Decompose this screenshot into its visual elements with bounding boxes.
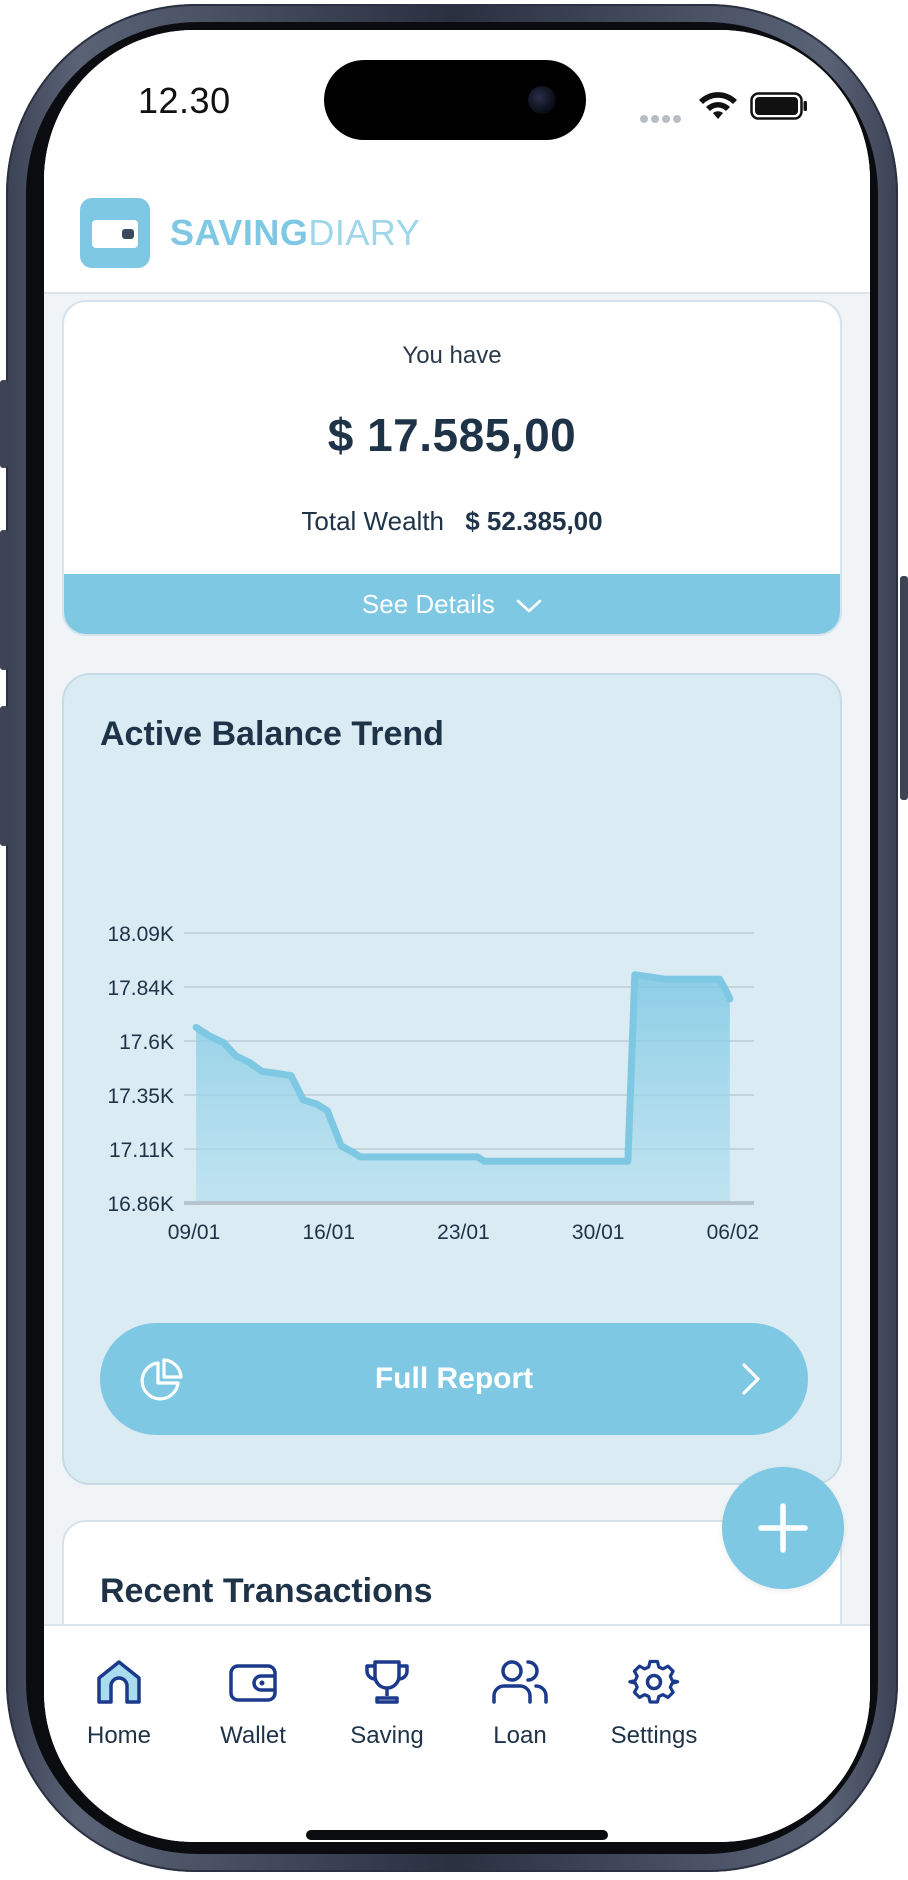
full-report-button[interactable]: Full Report: [100, 1323, 808, 1435]
gear-icon: [628, 1659, 680, 1704]
side-button-power: [900, 576, 908, 800]
brand-primary: SAVING: [170, 212, 309, 253]
nav-home-label: Home: [86, 1722, 152, 1749]
trophy-icon: [365, 1660, 409, 1704]
y-tick-label: 17.6K: [119, 1031, 174, 1054]
total-wealth-label: Total Wealth: [301, 506, 444, 536]
x-tick-label: 30/01: [572, 1221, 625, 1244]
dynamic-island: [324, 60, 586, 140]
add-transaction-button[interactable]: [722, 1467, 844, 1589]
wallet-icon: [229, 1664, 277, 1702]
nav-settings[interactable]: Settings: [584, 1656, 724, 1766]
balance-label: You have: [402, 342, 502, 369]
status-time: 12.30: [138, 80, 231, 121]
chevron-down-icon: [516, 599, 542, 613]
x-tick-label: 16/01: [302, 1221, 355, 1244]
nav-saving-label: Saving: [350, 1722, 424, 1749]
chevron-right-icon: [742, 1363, 760, 1395]
nav-saving[interactable]: Saving: [317, 1656, 457, 1766]
nav-loan-label: Loan: [493, 1722, 547, 1749]
see-details-button[interactable]: See Details: [64, 574, 840, 634]
y-tick-label: 18.09K: [107, 923, 174, 946]
screen: 12.30 SAVINGDIARY You have $ 17.585,00 T…: [44, 30, 870, 1842]
balance-trend-chart: 18.09K 17.84K 17.6K 17.35K 17.11K 16.86K 09/01…: [107, 923, 760, 1244]
x-tick-label: 09/01: [168, 1221, 221, 1244]
users-icon: [492, 1660, 548, 1704]
x-tick-label: 23/01: [437, 1221, 490, 1244]
plus-icon: [758, 1503, 808, 1553]
nav-loan[interactable]: Loan: [450, 1656, 590, 1766]
battery-icon: [750, 92, 807, 120]
home-icon: [97, 1660, 141, 1704]
nav-home[interactable]: Home: [49, 1656, 189, 1766]
balance-trend-card: Active Balance Trend 18.09K 17.84K 17.6K 17…: [62, 673, 842, 1485]
balance-area: [196, 974, 730, 1201]
camera-icon: [528, 86, 556, 114]
side-button-volume-up: [0, 530, 8, 670]
balance-amount: $ 17.585,00: [327, 409, 577, 461]
y-tick-label: 17.11K: [109, 1139, 174, 1162]
signal-icon: [640, 110, 684, 123]
wifi-icon: [699, 92, 737, 119]
y-tick-label: 17.84K: [107, 977, 174, 1000]
wallet-icon: [80, 198, 150, 268]
recent-transactions-title: Recent Transactions: [100, 1572, 433, 1610]
brand-logo: SAVINGDIARY: [170, 212, 420, 254]
nav-wallet-label: Wallet: [220, 1722, 286, 1749]
home-indicator: [306, 1830, 608, 1840]
nav-wallet[interactable]: Wallet: [183, 1656, 323, 1766]
trend-title: Active Balance Trend: [100, 715, 444, 753]
y-tick-label: 16.86K: [107, 1193, 174, 1216]
full-report-label: Full Report: [374, 1362, 534, 1395]
bottom-navigation: Home Wallet Saving Loan Settings: [44, 1624, 870, 1842]
see-details-label: See Details: [361, 589, 495, 619]
side-button-volume-down: [0, 706, 8, 846]
app-header: SAVINGDIARY: [44, 150, 870, 294]
brand-secondary: DIARY: [308, 212, 421, 253]
nav-settings-label: Settings: [610, 1722, 698, 1749]
y-tick-label: 17.35K: [107, 1085, 174, 1108]
side-button-silent: [0, 380, 8, 468]
total-wealth-value: $ 52.385,00: [465, 506, 603, 536]
status-bar: 12.30: [44, 30, 870, 150]
x-tick-label: 06/02: [707, 1221, 760, 1244]
total-wealth-row: Total Wealth $ 52.385,00: [64, 506, 840, 537]
balance-card: You have $ 17.585,00 Total Wealth $ 52.3…: [62, 300, 842, 636]
